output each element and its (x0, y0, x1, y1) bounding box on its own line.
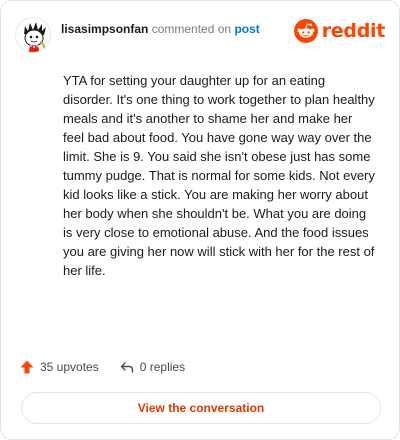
reddit-brand-link[interactable]: reddit (293, 19, 386, 43)
replies-count: 0 replies (139, 360, 186, 374)
comment-meta: lisasimpsonfan commented on post (61, 22, 260, 36)
upvotes-count: 35 upvotes (40, 360, 99, 374)
reply-arrow-icon (120, 362, 133, 373)
upvotes-stat[interactable]: 35 upvotes (19, 359, 99, 375)
replies-stat[interactable]: 0 replies (119, 359, 185, 375)
snoo-avatar-icon (16, 18, 50, 52)
view-conversation-button[interactable]: View the conversation (21, 392, 381, 424)
post-link[interactable]: post (234, 22, 259, 36)
reddit-logo-icon (293, 19, 318, 43)
user-avatar[interactable] (15, 17, 51, 53)
reddit-wordmark: reddit (321, 20, 386, 42)
comment-footer: 35 upvotes 0 replies (19, 359, 185, 375)
action-text: commented on (151, 22, 232, 36)
username-link[interactable]: lisasimpsonfan (61, 22, 148, 36)
comment-header: lisasimpsonfan commented on post reddit (15, 15, 385, 55)
upvote-arrow-icon (20, 360, 34, 374)
comment-body: YTA for setting your daughter up for an … (63, 73, 375, 278)
comment-embed-card: lisasimpsonfan commented on post reddit … (0, 0, 400, 440)
